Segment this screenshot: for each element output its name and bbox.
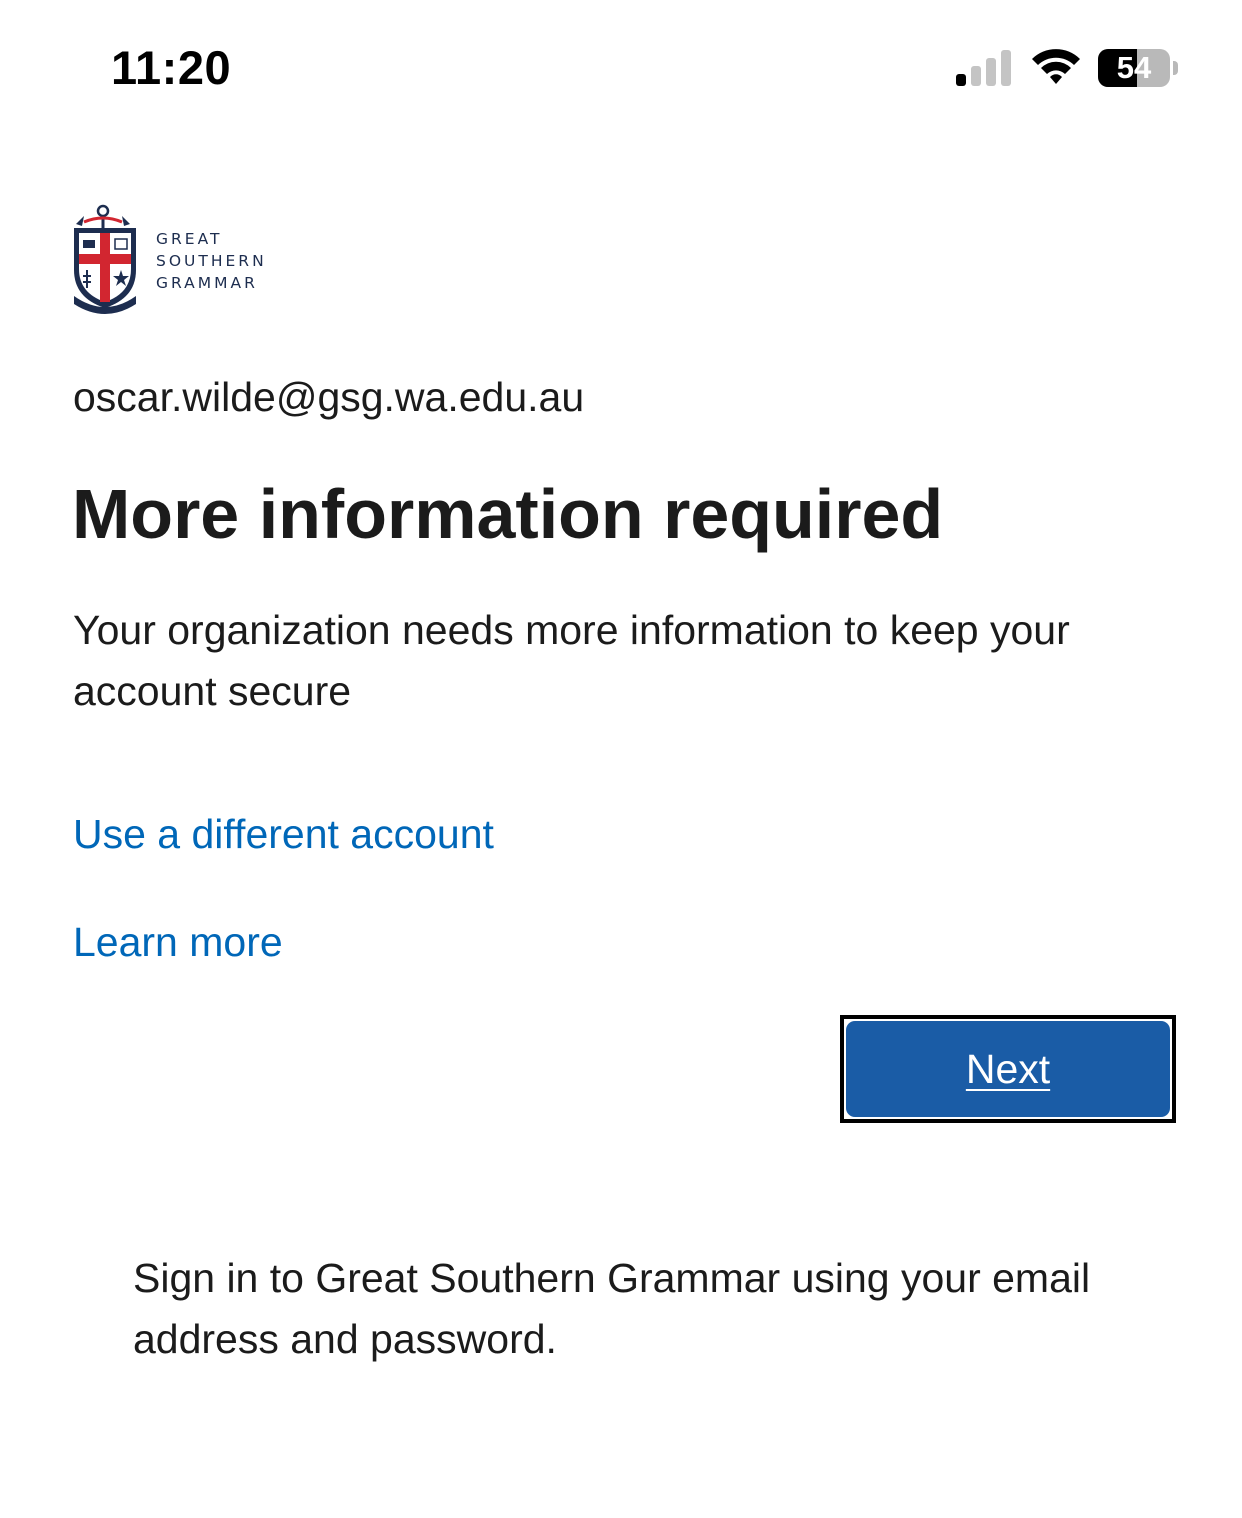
- school-logo: GREAT SOUTHERN GRAMMAR: [70, 204, 270, 316]
- school-name-line-2: SOUTHERN: [156, 252, 267, 270]
- next-button[interactable]: Next: [846, 1021, 1170, 1117]
- page-description: Your organization needs more information…: [73, 607, 1070, 714]
- status-time: 11:20: [111, 41, 232, 94]
- school-name-line-3: GRAMMAR: [156, 274, 258, 292]
- learn-more-link[interactable]: Learn more: [73, 915, 283, 969]
- cellular-signal-icon: [956, 50, 1011, 86]
- school-name: GREAT SOUTHERN GRAMMAR: [156, 228, 267, 294]
- use-different-account-link[interactable]: Use a different account: [73, 807, 494, 861]
- school-crest-icon: [74, 204, 136, 314]
- battery-level: 54: [1116, 50, 1152, 85]
- wifi-icon: [1032, 49, 1080, 84]
- sign-in-footer-text: Sign in to Great Southern Grammar using …: [133, 1255, 1091, 1362]
- page-title: More information required: [72, 475, 944, 553]
- school-name-line-1: GREAT: [156, 230, 223, 248]
- account-email: oscar.wilde@gsg.wa.edu.au: [73, 374, 585, 420]
- battery-icon: 54: [1098, 49, 1180, 87]
